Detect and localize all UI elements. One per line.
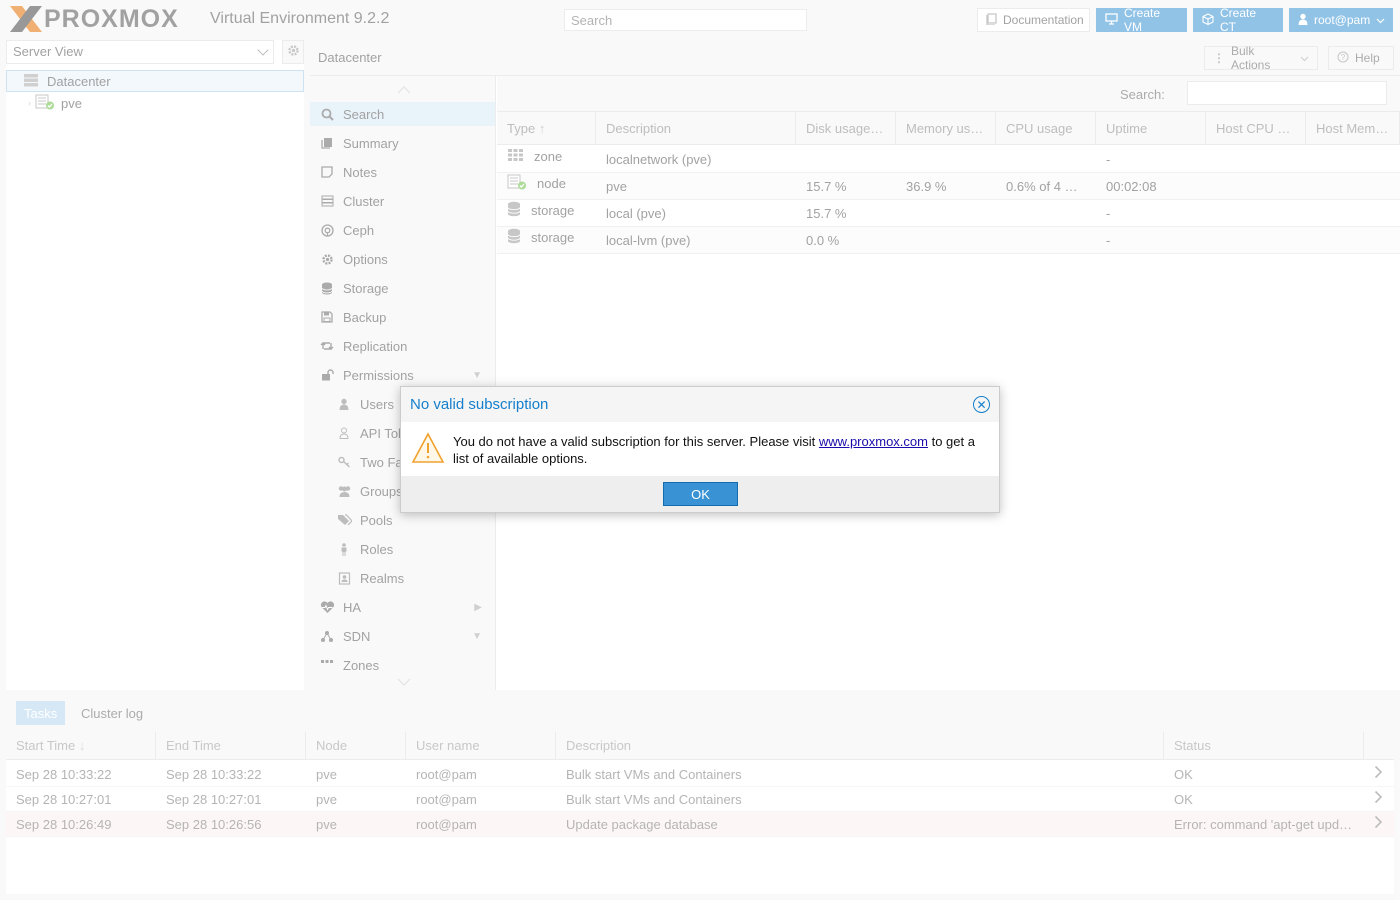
dialog-footer: OK	[401, 476, 999, 512]
dialog-message: You do not have a valid subscription for…	[453, 433, 983, 467]
close-icon[interactable]: ✕	[973, 396, 990, 413]
dialog-body: You do not have a valid subscription for…	[401, 422, 999, 476]
warning-icon	[411, 432, 445, 463]
dialog-message-text: You do not have a valid subscription for…	[453, 434, 819, 449]
dialog-header: No valid subscription ✕	[401, 387, 999, 422]
proxmox-link[interactable]: www.proxmox.com	[819, 434, 928, 449]
ok-button[interactable]: OK	[663, 482, 738, 506]
subscription-dialog: No valid subscription ✕ You do not have …	[400, 386, 1000, 513]
dialog-title: No valid subscription	[410, 396, 549, 413]
